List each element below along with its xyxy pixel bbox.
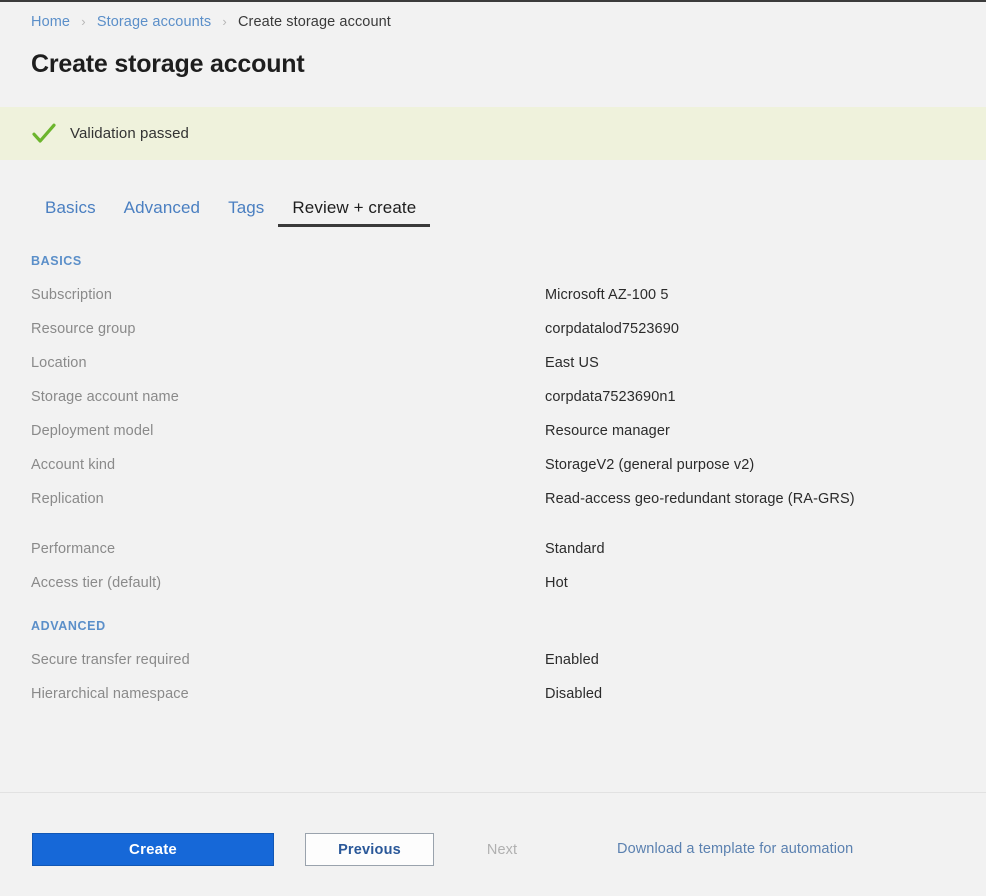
summary-row-resource-group: Resource group corpdatalod7523690 — [31, 318, 931, 341]
row-value: Microsoft AZ-100 5 — [545, 287, 669, 303]
row-label: Location — [31, 355, 87, 371]
checkmark-icon — [32, 123, 56, 143]
row-value: Read-access geo-redundant storage (RA-GR… — [545, 491, 855, 507]
row-label: Secure transfer required — [31, 652, 190, 668]
row-label: Account kind — [31, 457, 116, 473]
row-value: corpdata7523690n1 — [545, 389, 676, 405]
validation-banner: Validation passed — [0, 107, 986, 160]
next-button: Next — [465, 833, 539, 866]
breadcrumb-item-storage-accounts[interactable]: Storage accounts — [97, 14, 211, 30]
tab-basics[interactable]: Basics — [34, 198, 110, 227]
page-title: Create storage account — [31, 50, 305, 78]
row-label: Hierarchical namespace — [31, 686, 189, 702]
previous-button[interactable]: Previous — [305, 833, 434, 866]
summary-row-access-tier: Access tier (default) Hot — [31, 572, 931, 595]
validation-message: Validation passed — [70, 125, 190, 142]
row-value: Enabled — [545, 652, 599, 668]
section-title-basics: BASICS — [31, 254, 82, 268]
section-title-advanced: ADVANCED — [31, 619, 106, 633]
row-label: Replication — [31, 491, 104, 507]
row-value: StorageV2 (general purpose v2) — [545, 457, 755, 473]
create-button[interactable]: Create — [32, 833, 274, 866]
summary-row-performance: Performance Standard — [31, 538, 931, 561]
row-value: corpdatalod7523690 — [545, 321, 680, 337]
row-value: Disabled — [545, 686, 603, 702]
row-label: Access tier (default) — [31, 575, 162, 591]
summary-row-deployment-model: Deployment model Resource manager — [31, 420, 931, 443]
section-basics: BASICS Subscription Microsoft AZ-100 5 R… — [31, 254, 931, 595]
breadcrumb: Home › Storage accounts › Create storage… — [31, 13, 391, 31]
section-advanced: ADVANCED Secure transfer required Enable… — [31, 619, 931, 706]
tab-advanced[interactable]: Advanced — [110, 198, 214, 227]
summary-row-secure-transfer-required: Secure transfer required Enabled — [31, 649, 931, 672]
breadcrumb-separator-icon: › — [222, 14, 227, 29]
row-value: Standard — [545, 541, 605, 557]
tab-review-create[interactable]: Review + create — [278, 198, 431, 227]
summary-row-replication: Replication Read-access geo-redundant st… — [31, 488, 931, 511]
create-storage-account-page: Home › Storage accounts › Create storage… — [0, 0, 986, 896]
summary-row-hierarchical-namespace: Hierarchical namespace Disabled — [31, 683, 931, 706]
row-label: Performance — [31, 541, 116, 557]
summary-panel: BASICS Subscription Microsoft AZ-100 5 R… — [31, 254, 931, 717]
row-value: East US — [545, 355, 599, 371]
download-template-link[interactable]: Download a template for automation — [617, 841, 853, 857]
wizard-tabs: Basics Advanced Tags Review + create — [34, 198, 431, 227]
row-label: Subscription — [31, 287, 112, 303]
row-label: Deployment model — [31, 423, 154, 439]
breadcrumb-item-create-storage-account: Create storage account — [237, 14, 391, 30]
row-value: Resource manager — [545, 423, 670, 439]
summary-row-account-kind: Account kind StorageV2 (general purpose … — [31, 454, 931, 477]
breadcrumb-separator-icon: › — [81, 14, 86, 29]
breadcrumb-item-home[interactable]: Home — [31, 14, 70, 30]
row-label: Resource group — [31, 321, 136, 337]
summary-row-storage-account-name: Storage account name corpdata7523690n1 — [31, 386, 931, 409]
summary-row-subscription: Subscription Microsoft AZ-100 5 — [31, 284, 931, 307]
tab-tags[interactable]: Tags — [214, 198, 278, 227]
summary-row-location: Location East US — [31, 352, 931, 375]
row-label: Storage account name — [31, 389, 179, 405]
row-value: Hot — [545, 575, 568, 591]
